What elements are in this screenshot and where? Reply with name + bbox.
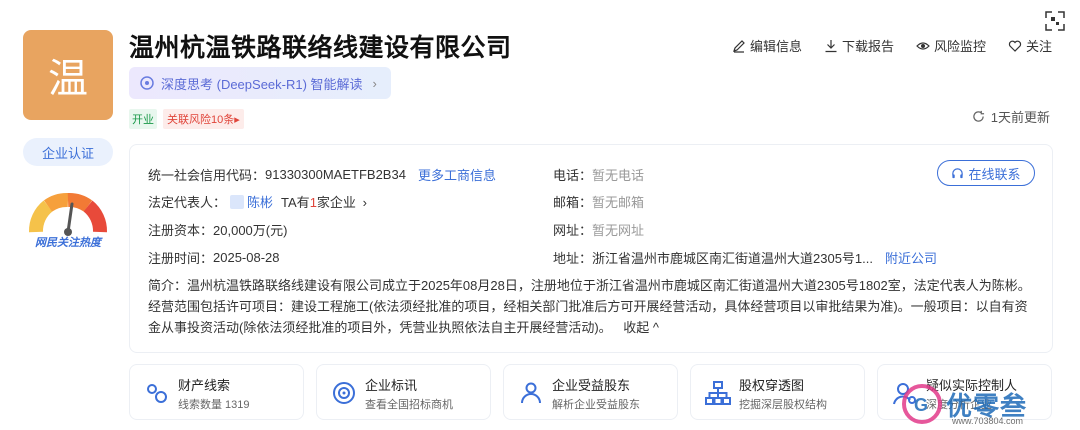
collapse-link[interactable]: 收起 ^ xyxy=(623,320,659,335)
reg-date-label: 注册时间： xyxy=(148,251,214,266)
intro-text: 温州杭温铁路联络线建设有限公司成立于2025年08月28日，注册地位于浙江省温州… xyxy=(148,278,1031,335)
website-value: 暂无网址 xyxy=(592,223,645,238)
property-clues-sub: 线索数量 1319 xyxy=(178,399,250,411)
headset-icon xyxy=(952,167,964,178)
equity-chart-sub: 挖掘深层股权结构 xyxy=(739,399,827,411)
credit-code-value: 91330300MAETFB2B34 xyxy=(265,167,406,182)
risk-monitor-button[interactable]: 风险监控 xyxy=(916,36,986,55)
heat-label: 网民关注热度 xyxy=(35,237,101,249)
risk-arrow-icon: ▸ xyxy=(234,114,240,126)
edit-info-label: 编辑信息 xyxy=(749,39,802,54)
bidding-info-sub: 查看全国招标商机 xyxy=(365,399,453,411)
address-row: 地址： 浙江省温州市鹿城区南汇街道温州大道2305号1... 附近公司 xyxy=(553,248,937,267)
risk-badge-label: 关联风险10条 xyxy=(167,114,235,126)
download-icon xyxy=(825,39,837,52)
chevron-right-icon: › xyxy=(372,75,377,91)
enterprise-certification-button[interactable]: 企业认证 xyxy=(23,138,113,166)
email-label: 邮箱： xyxy=(553,195,593,210)
edit-info-button[interactable]: 编辑信息 xyxy=(732,36,802,55)
follow-button[interactable]: 关注 xyxy=(1008,36,1052,55)
phone-value: 暂无电话 xyxy=(592,168,645,183)
legal-more-suffix: 家企业 xyxy=(316,195,356,210)
ai-interpretation-button[interactable]: 深度思考 (DeepSeek-R1) 智能解读 › xyxy=(129,67,391,99)
equity-chart-card[interactable]: 股权穿透图 挖掘深层股权结构 xyxy=(690,364,865,420)
watermark-url: www.703804.com xyxy=(952,416,1024,426)
updated-label: 1天前更新 xyxy=(990,110,1050,125)
online-contact-button[interactable]: 在线联系 xyxy=(937,160,1035,186)
phone-label: 电话： xyxy=(553,168,593,183)
status-badge: 开业 xyxy=(129,109,157,129)
beneficial-owner-title: 企业受益股东 xyxy=(552,378,631,393)
target-icon xyxy=(333,382,355,404)
refresh-button[interactable]: 1天前更新 xyxy=(972,107,1050,126)
property-icon xyxy=(147,384,167,403)
beneficial-owner-card[interactable]: 企业受益股东 解析企业受益股东 xyxy=(503,364,678,420)
nearby-companies-link[interactable]: 附近公司 xyxy=(885,248,937,267)
reg-date-value: 2025-08-28 xyxy=(213,250,280,265)
website-row: 网址： 暂无网址 xyxy=(553,220,644,239)
company-intro: 简介：温州杭温铁路联络线建设有限公司成立于2025年08月28日，注册地位于浙江… xyxy=(148,275,1038,338)
email-value: 暂无邮箱 xyxy=(592,195,645,210)
chevron-right-icon: › xyxy=(362,195,367,210)
ai-label: 深度思考 (DeepSeek-R1) 智能解读 xyxy=(161,76,363,92)
download-report-label: 下载报告 xyxy=(841,39,894,54)
info-card: 统一社会信用代码： 91330300MAETFB2B34 更多工商信息 法定代表… xyxy=(129,144,1053,353)
more-business-info-link[interactable]: 更多工商信息 xyxy=(418,165,496,184)
credit-code-row: 统一社会信用代码： 91330300MAETFB2B34 更多工商信息 xyxy=(148,165,496,184)
download-report-button[interactable]: 下载报告 xyxy=(824,36,894,55)
eye-icon xyxy=(916,41,930,50)
legal-company-count: 1 xyxy=(309,195,317,210)
credit-code-label: 统一社会信用代码： xyxy=(148,168,266,183)
site-watermark: G 优零叁 www.703804.com xyxy=(900,380,1080,430)
capital-label: 注册资本： xyxy=(148,223,214,238)
beneficial-owner-sub: 解析企业受益股东 xyxy=(552,399,640,411)
risk-badge[interactable]: 关联风险10条▸ xyxy=(163,109,244,129)
capital-value: 20,000万(元) xyxy=(213,223,288,238)
property-clues-card[interactable]: 财产线索 线索数量 1319 xyxy=(129,364,304,420)
refresh-icon xyxy=(973,110,984,122)
address-value: 浙江省温州市鹿城区南汇街道温州大道2305号1... xyxy=(592,251,874,266)
address-label: 地址： xyxy=(553,251,593,266)
company-name: 温州杭温铁路联络线建设有限公司 xyxy=(129,34,512,62)
qr-code-icon[interactable] xyxy=(1044,10,1066,32)
edit-icon xyxy=(732,39,745,53)
risk-monitor-label: 风险监控 xyxy=(933,39,986,54)
logo-char: 温 xyxy=(48,57,88,101)
heart-icon xyxy=(1008,40,1022,52)
legal-rep-row: 法定代表人： 陈彬 TA有1家企业 › xyxy=(148,192,367,211)
intro-label: 简介： xyxy=(148,278,188,293)
bidding-info-card[interactable]: 企业标讯 查看全国招标商机 xyxy=(316,364,491,420)
follow-label: 关注 xyxy=(1025,39,1052,54)
ai-sparkle-icon xyxy=(140,76,154,90)
legal-rep-companies-link[interactable]: TA有1家企业 › xyxy=(281,192,367,211)
equity-chart-title: 股权穿透图 xyxy=(739,378,805,393)
legal-rep-name-link[interactable]: 陈彬 xyxy=(247,192,273,211)
legal-rep-label: 法定代表人： xyxy=(148,195,227,210)
reg-date-row: 注册时间： 2025-08-28 xyxy=(148,248,280,267)
email-row: 邮箱： 暂无邮箱 xyxy=(553,192,644,211)
property-clues-title: 财产线索 xyxy=(178,378,231,393)
company-logo: 温 xyxy=(23,30,113,120)
equity-tree-icon xyxy=(705,381,731,405)
bidding-info-title: 企业标讯 xyxy=(365,378,418,393)
svg-text:G: G xyxy=(914,395,928,415)
capital-row: 注册资本： 20,000万(元) xyxy=(148,220,287,239)
phone-row: 电话： 暂无电话 xyxy=(553,165,644,184)
website-label: 网址： xyxy=(553,223,593,238)
shareholder-icon xyxy=(521,382,541,404)
person-icon xyxy=(230,194,245,209)
legal-more-prefix: TA有 xyxy=(281,195,310,210)
online-contact-label: 在线联系 xyxy=(968,166,1021,182)
watermark-logo-icon: G xyxy=(902,384,942,424)
